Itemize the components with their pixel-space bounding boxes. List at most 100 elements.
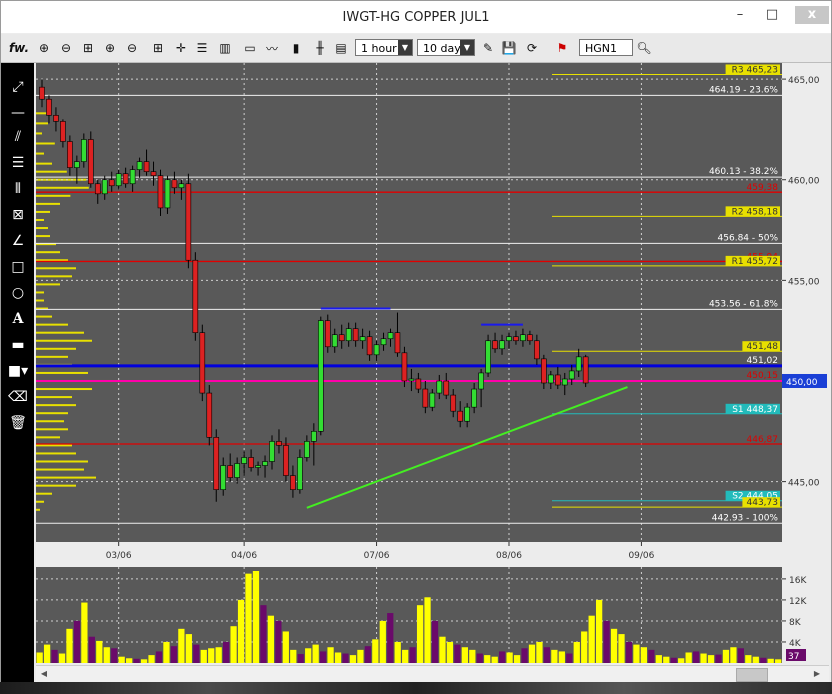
volume-bar xyxy=(282,631,289,663)
volume-bar xyxy=(588,615,595,663)
volume-bar xyxy=(506,652,513,663)
candle-body xyxy=(485,340,491,374)
candle-body xyxy=(87,139,94,185)
volume-bar xyxy=(603,620,610,663)
list-view-icon[interactable]: ☰ xyxy=(193,38,211,58)
eraser-icon[interactable]: ⌫ xyxy=(7,387,29,407)
price-tick-label: 465,00 xyxy=(788,76,820,86)
volume-bar xyxy=(416,605,424,663)
volume-profile-bar xyxy=(36,299,44,302)
scroll-right-icon[interactable]: ▶ xyxy=(811,668,823,680)
fib-level-label: 453.56 - 61.8% xyxy=(709,299,778,309)
vertical-lines-tool-icon[interactable]: ⦀ xyxy=(7,179,29,199)
candle-body xyxy=(108,179,115,187)
candle-body xyxy=(436,380,443,394)
volume-bar xyxy=(722,649,730,663)
volume-bar xyxy=(66,628,73,663)
rectangle-tool-icon[interactable]: ▭ xyxy=(241,38,259,58)
zoom-fit-icon[interactable]: ⊞ xyxy=(79,38,97,58)
date-axis-canvas: 03/06 04/06 07/06 08/06 09/06 xyxy=(106,542,655,561)
volume-bar xyxy=(760,657,767,663)
zoom-horizontal-icon[interactable]: ⊖ xyxy=(123,38,141,58)
volume-profile-bar xyxy=(36,355,68,358)
search-icon[interactable]: 🔍︎ xyxy=(635,38,653,58)
horizontal-line-tool-icon[interactable]: — xyxy=(7,103,29,123)
volume-tick-label: 12K xyxy=(789,597,807,607)
annotation-icon[interactable]: ✎ xyxy=(479,38,497,58)
volume-panel[interactable] xyxy=(36,567,782,663)
minimize-button[interactable]: – xyxy=(729,6,751,24)
timeframe-select[interactable]: 1 hour ▼ xyxy=(355,39,413,56)
price-chart[interactable]: 464.19 - 23.6% 460.13 - 38.2% 456.84 - 50%… xyxy=(36,63,782,542)
fan-tool-icon[interactable]: ∠ xyxy=(7,231,29,251)
volume-bar xyxy=(170,646,178,663)
volume-bar xyxy=(111,648,118,663)
gann-tool-icon[interactable]: ⊠ xyxy=(7,205,29,225)
price-tick-label: 460,00 xyxy=(788,177,820,187)
text-tool-icon[interactable]: A xyxy=(7,309,29,329)
formula-button[interactable]: fw. xyxy=(7,38,31,58)
maximize-button[interactable]: □ xyxy=(761,6,783,24)
volume-bar xyxy=(312,644,319,663)
volume-profile-bar xyxy=(36,444,72,447)
period-select[interactable]: 10 days ▼ xyxy=(417,39,475,56)
price-axis[interactable]: 445,00450,00455,00460,00465,00450,00 xyxy=(782,63,829,542)
volume-bar xyxy=(402,649,409,663)
close-button[interactable]: x xyxy=(795,6,829,24)
candlestick-icon[interactable]: ▮ xyxy=(287,38,305,58)
scrollbar-thumb[interactable] xyxy=(736,668,768,682)
volume-bar xyxy=(469,649,476,663)
zoom-in-icon[interactable]: ⊕ xyxy=(35,38,53,58)
volume-profile-bar xyxy=(36,194,71,197)
candle-body xyxy=(331,334,338,348)
fibonacci-tool-icon[interactable]: ☰ xyxy=(7,153,29,173)
candle-body xyxy=(317,320,324,432)
zoom-vertical-icon[interactable]: ⊕ xyxy=(101,38,119,58)
pivot-level-label: S1 448,37 xyxy=(732,405,778,415)
color-picker-icon[interactable]: ■▾ xyxy=(7,361,29,381)
volume-bar xyxy=(566,653,573,663)
ohlc-bars-icon[interactable]: ╫ xyxy=(311,38,329,58)
volume-bar xyxy=(58,653,66,663)
flag-icon[interactable]: ⚑ xyxy=(553,38,571,58)
trash-icon[interactable]: 🗑︎ xyxy=(7,413,29,433)
symbol-input[interactable]: HGN1 xyxy=(579,39,633,56)
volume-profile-bar xyxy=(36,251,60,254)
volume-profile-bar xyxy=(36,388,92,391)
candle-body xyxy=(478,372,484,390)
scroll-left-icon[interactable]: ◀ xyxy=(38,668,50,680)
volume-profile-bar xyxy=(36,210,50,213)
candle-body xyxy=(554,374,561,386)
indicator-list-icon[interactable]: ▤ xyxy=(333,38,349,58)
save-icon[interactable]: 💾 xyxy=(501,38,517,58)
horizontal-scrollbar[interactable]: ◀ ▶ xyxy=(36,665,829,683)
ellipse-tool-icon[interactable]: ○ xyxy=(7,283,29,303)
volume-bar xyxy=(454,644,461,663)
candle-body xyxy=(492,340,498,350)
bar-grid-icon[interactable]: ▥ xyxy=(215,38,235,58)
volume-bar xyxy=(81,602,88,663)
crosshair-icon[interactable]: ✛ xyxy=(173,38,189,58)
candle-body xyxy=(115,173,122,187)
volume-bar xyxy=(178,628,185,663)
candle-body xyxy=(352,328,359,342)
parallel-lines-tool-icon[interactable]: ⫽ xyxy=(7,127,29,147)
volume-bar xyxy=(51,649,58,663)
refresh-icon[interactable]: ⟳ xyxy=(523,38,541,58)
candle-body xyxy=(60,121,66,142)
volume-profile-bar xyxy=(36,500,44,503)
volume-profile-bar xyxy=(36,170,67,173)
line-chart-icon[interactable]: 〰 xyxy=(263,38,281,58)
trendline-tool-icon[interactable]: ⤢ xyxy=(7,77,29,97)
zoom-out-icon[interactable]: ⊖ xyxy=(57,38,75,58)
line-width-icon[interactable]: ▬ xyxy=(7,335,29,355)
volume-bar xyxy=(730,647,737,663)
date-axis[interactable]: 03/06 04/06 07/06 08/06 09/06 xyxy=(36,542,782,564)
zoom-reset-icon[interactable]: ⊞ xyxy=(149,38,167,58)
volume-bar xyxy=(618,634,625,663)
rectangle-draw-tool-icon[interactable]: □ xyxy=(7,257,29,277)
fib-level-label: 460.13 - 38.2% xyxy=(709,167,778,177)
volume-bar xyxy=(610,628,618,663)
volume-bar xyxy=(103,647,110,663)
volume-bar xyxy=(692,651,700,663)
